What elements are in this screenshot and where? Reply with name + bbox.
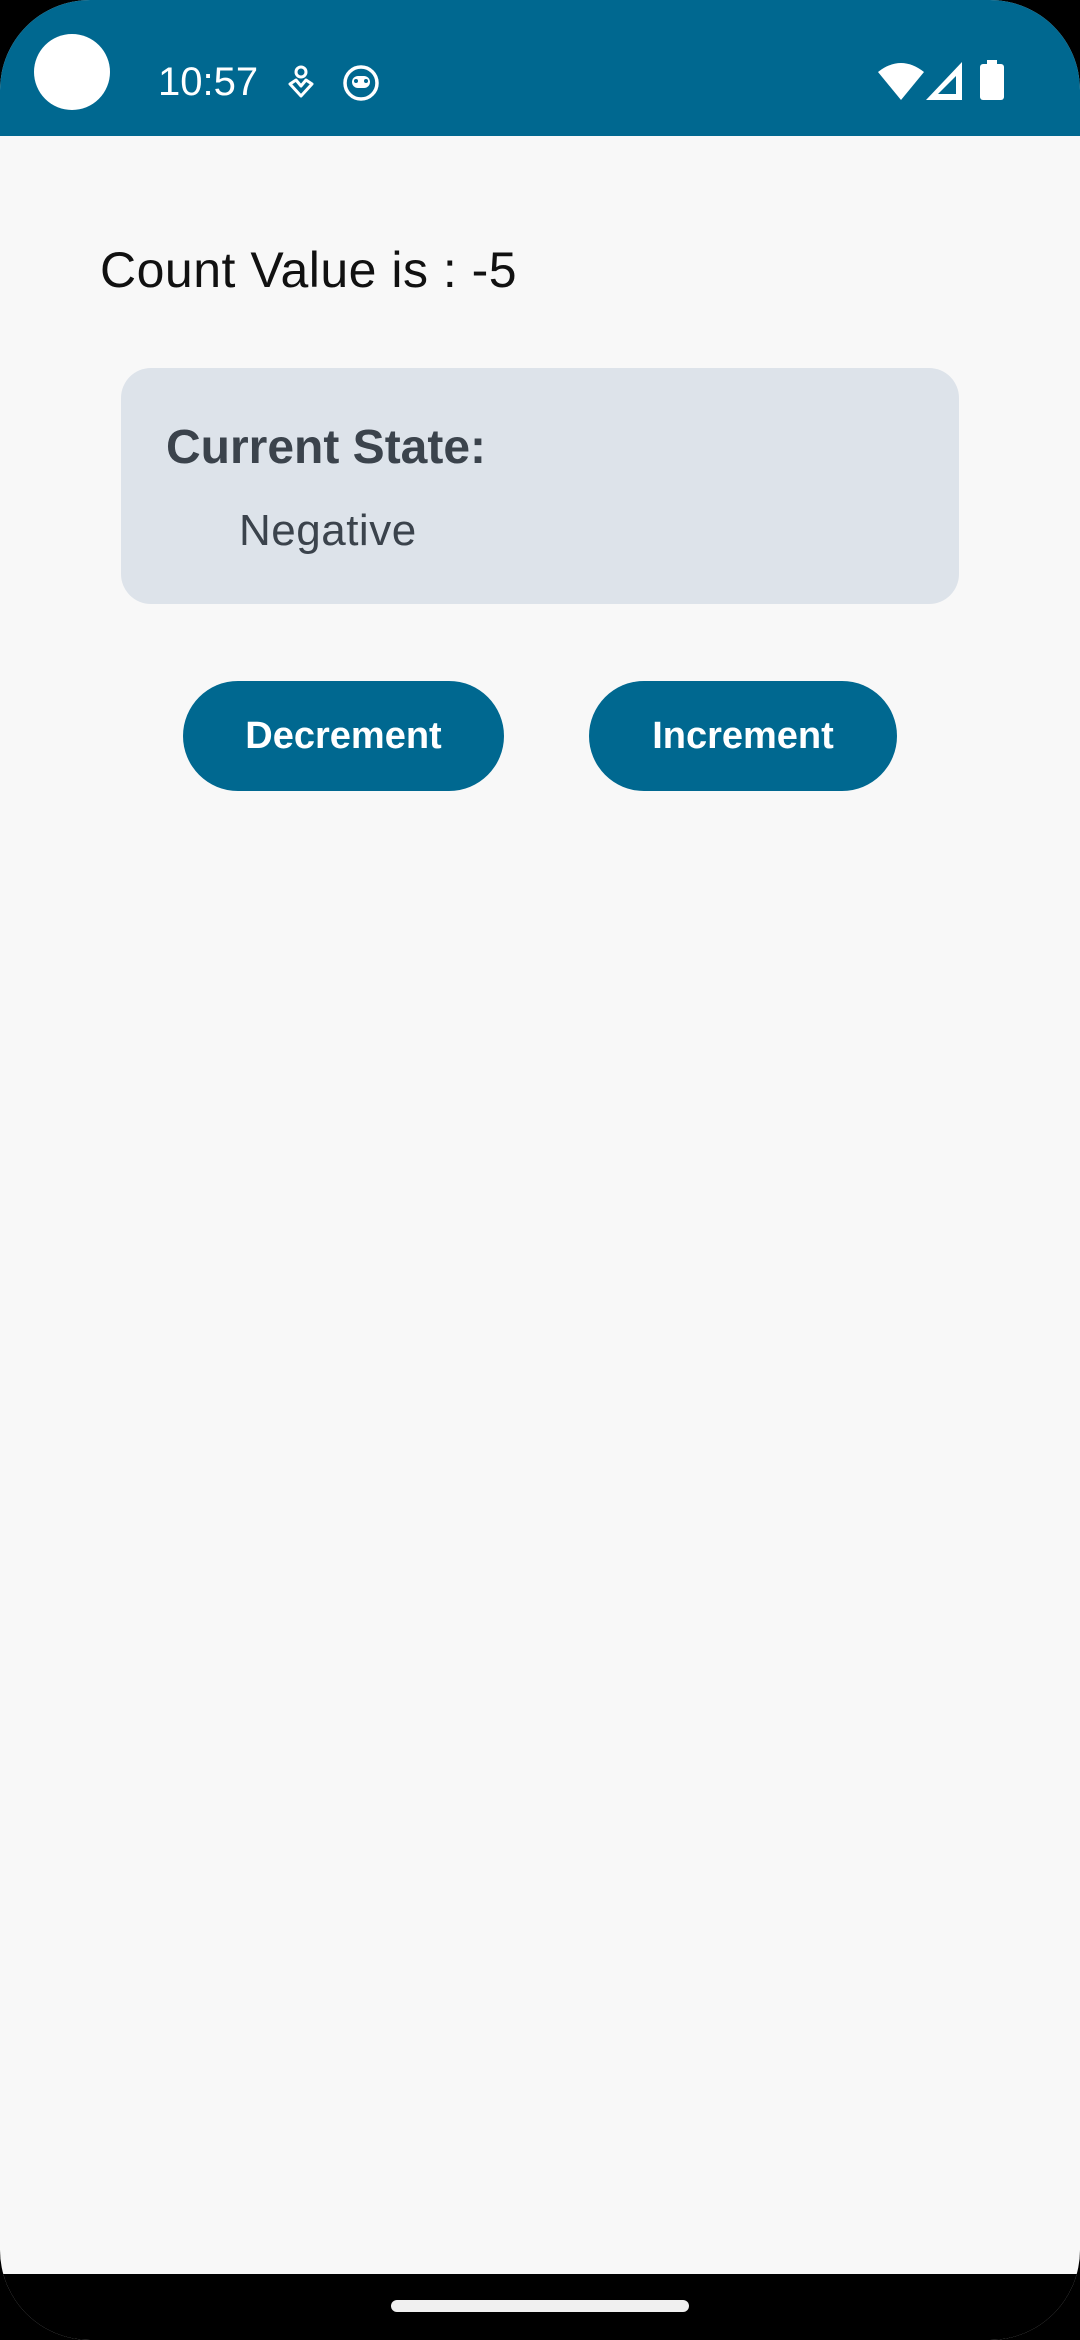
state-card: Current State: Negative	[121, 368, 959, 604]
cellular-signal-icon	[926, 62, 962, 100]
camera-cutout-icon	[34, 34, 110, 110]
wifi-icon	[878, 63, 924, 100]
app-screen: 10:57 Count Value is : -5 Current State:…	[0, 0, 1080, 2340]
count-value-text: Count Value is : -5	[100, 242, 518, 298]
battery-icon	[980, 60, 1004, 100]
status-time: 10:57	[158, 60, 259, 104]
status-bar: 10:57	[0, 0, 1080, 136]
home-gesture-handle[interactable]	[391, 2300, 689, 2312]
notification-icon	[288, 65, 314, 98]
state-title: Current State:	[166, 421, 487, 474]
decrement-button[interactable]: Decrement	[183, 681, 504, 791]
state-value: Negative	[239, 506, 417, 555]
notification-icon	[343, 65, 379, 101]
increment-button[interactable]: Increment	[589, 681, 897, 791]
